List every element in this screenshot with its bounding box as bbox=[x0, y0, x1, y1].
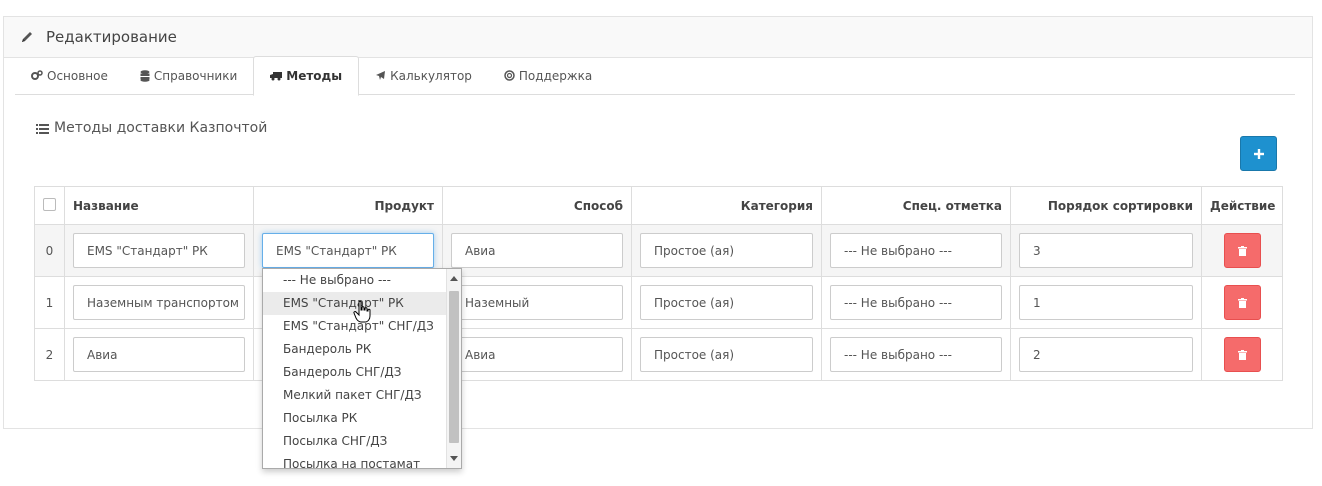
panel-heading: Редактирование bbox=[4, 17, 1312, 58]
name-input[interactable]: Наземным транспортом bbox=[73, 285, 245, 320]
tab-label: Калькулятор bbox=[390, 68, 472, 83]
method-select[interactable]: Наземный bbox=[451, 285, 623, 320]
add-method-button[interactable] bbox=[1240, 136, 1277, 171]
action-cell bbox=[1201, 224, 1283, 277]
name-input[interactable]: EMS "Стандарт" РК bbox=[73, 233, 245, 268]
tab-label: Основное bbox=[47, 68, 108, 83]
product-dropdown-list[interactable]: --- Не выбрано --- EMS "Стандарт" РК EMS… bbox=[262, 268, 462, 469]
special-select[interactable]: --- Не выбрано --- bbox=[830, 337, 1002, 372]
tab-support[interactable]: Поддержка bbox=[488, 56, 608, 95]
special-cell: --- Не выбрано --- bbox=[821, 328, 1011, 381]
category-select[interactable]: Простое (ая) bbox=[640, 285, 813, 320]
header-action: Действие bbox=[1201, 186, 1283, 225]
scrollbar-thumb[interactable] bbox=[449, 291, 459, 443]
dropdown-option[interactable]: --- Не выбрано --- bbox=[263, 269, 448, 292]
tab-calculator[interactable]: Калькулятор bbox=[359, 56, 488, 95]
sort-cell: 2 bbox=[1010, 328, 1202, 381]
table-row: 0 EMS "Стандарт" РК EMS "Стандарт" РК Ав… bbox=[34, 224, 1283, 277]
panel-title: Редактирование bbox=[46, 28, 177, 46]
dropdown-option[interactable]: Мелкий пакет СНГ/ДЗ bbox=[263, 384, 448, 407]
tab-methods[interactable]: Методы bbox=[253, 56, 360, 96]
category-cell: Простое (ая) bbox=[631, 276, 822, 329]
sort-input[interactable]: 1 bbox=[1019, 285, 1193, 320]
plus-icon bbox=[1253, 148, 1264, 159]
section-title-text: Методы доставки Казпочтой bbox=[54, 120, 268, 136]
tab-label: Справочники bbox=[153, 68, 238, 83]
section-title: Методы доставки Казпочтой bbox=[36, 120, 267, 136]
header-special[interactable]: Спец. отметка bbox=[821, 186, 1011, 225]
row-index: 0 bbox=[34, 224, 65, 277]
sort-cell: 1 bbox=[1010, 276, 1202, 329]
methods-table: Название Продукт Способ Категория Спец. … bbox=[34, 186, 1283, 381]
category-cell: Простое (ая) bbox=[631, 224, 822, 277]
category-select[interactable]: Простое (ая) bbox=[640, 337, 813, 372]
hand-cursor-icon bbox=[353, 301, 371, 323]
cogs-icon bbox=[31, 70, 43, 80]
table-row: 2 Авиа Авиа Простое (ая) --- Не выбрано … bbox=[34, 328, 1283, 381]
special-cell: --- Не выбрано --- bbox=[821, 276, 1011, 329]
database-icon bbox=[140, 69, 150, 82]
plane-icon bbox=[376, 71, 386, 80]
sort-cell: 3 bbox=[1010, 224, 1202, 277]
select-all-header[interactable] bbox=[34, 186, 65, 225]
header-name[interactable]: Название bbox=[64, 186, 254, 225]
header-method[interactable]: Способ bbox=[442, 186, 632, 225]
row-index: 1 bbox=[34, 276, 65, 329]
category-cell: Простое (ая) bbox=[631, 328, 822, 381]
tab-main[interactable]: Основное bbox=[15, 56, 124, 95]
method-select[interactable]: Авиа bbox=[451, 233, 623, 268]
dropdown-option[interactable]: Посылка СНГ/ДЗ bbox=[263, 430, 448, 453]
select-all-checkbox[interactable] bbox=[43, 197, 56, 211]
delete-button[interactable] bbox=[1223, 285, 1261, 320]
method-cell: Авиа bbox=[442, 328, 632, 381]
name-cell: EMS "Стандарт" РК bbox=[64, 224, 254, 277]
header-category[interactable]: Категория bbox=[631, 186, 822, 225]
tab-label: Методы bbox=[286, 69, 343, 83]
table-row: 1 Наземным транспортом Наземный Простое … bbox=[34, 276, 1283, 329]
category-select[interactable]: Простое (ая) bbox=[640, 233, 813, 268]
action-cell bbox=[1201, 328, 1283, 381]
special-select[interactable]: --- Не выбрано --- bbox=[830, 285, 1002, 320]
row-index: 2 bbox=[34, 328, 65, 381]
list-icon bbox=[36, 123, 49, 134]
product-select[interactable]: EMS "Стандарт" РК bbox=[262, 233, 434, 268]
pencil-icon bbox=[22, 32, 32, 42]
tab-references[interactable]: Справочники bbox=[124, 56, 253, 95]
dropdown-option[interactable]: Бандероль РК bbox=[263, 338, 448, 361]
trash-icon bbox=[1237, 297, 1247, 308]
tab-bar: Основное Справочники Методы Калькулятор … bbox=[15, 56, 1295, 96]
table-header-row: Название Продукт Способ Категория Спец. … bbox=[34, 186, 1283, 225]
dropdown-option[interactable]: Бандероль СНГ/ДЗ bbox=[263, 361, 448, 384]
sort-input[interactable]: 3 bbox=[1019, 233, 1193, 268]
dropdown-options: --- Не выбрано --- EMS "Стандарт" РК EMS… bbox=[263, 269, 448, 468]
dropdown-option[interactable]: Посылка РК bbox=[263, 407, 448, 430]
action-cell bbox=[1201, 276, 1283, 329]
method-cell: Наземный bbox=[442, 276, 632, 329]
trash-icon bbox=[1237, 349, 1247, 360]
trash-icon bbox=[1237, 245, 1247, 256]
life-ring-icon bbox=[504, 70, 515, 81]
method-select[interactable]: Авиа bbox=[451, 337, 623, 372]
tab-label: Поддержка bbox=[518, 68, 593, 83]
scroll-up-arrow-icon[interactable] bbox=[450, 276, 458, 281]
name-input[interactable]: Авиа bbox=[73, 337, 245, 372]
truck-icon bbox=[270, 72, 283, 81]
special-select[interactable]: --- Не выбрано --- bbox=[830, 233, 1002, 268]
name-cell: Авиа bbox=[64, 328, 254, 381]
dropdown-option[interactable]: Посылка на постамат bbox=[263, 453, 448, 468]
dropdown-scrollbar[interactable] bbox=[446, 269, 461, 468]
scroll-down-arrow-icon[interactable] bbox=[450, 456, 458, 461]
method-cell: Авиа bbox=[442, 224, 632, 277]
name-cell: Наземным транспортом bbox=[64, 276, 254, 329]
delete-button[interactable] bbox=[1223, 233, 1261, 268]
delete-button[interactable] bbox=[1223, 337, 1261, 372]
sort-input[interactable]: 2 bbox=[1019, 337, 1193, 372]
special-cell: --- Не выбрано --- bbox=[821, 224, 1011, 277]
header-sort[interactable]: Порядок сортировки bbox=[1010, 186, 1202, 225]
header-product[interactable]: Продукт bbox=[253, 186, 443, 225]
